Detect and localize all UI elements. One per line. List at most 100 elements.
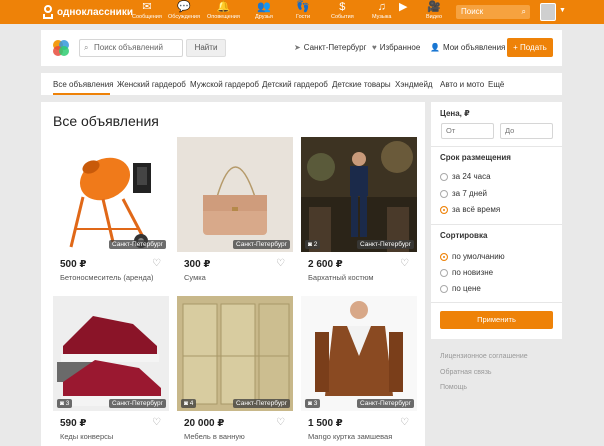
music-icon: ♫ [377, 1, 386, 13]
nav-events[interactable]: $ События [331, 1, 354, 23]
top-search-input[interactable]: Поиск ⌕ [456, 5, 530, 19]
radio-button [440, 189, 448, 198]
favorite-heart-icon[interactable]: ♡ [400, 258, 409, 269]
photo-count-badge: ◙ 3 [57, 399, 73, 408]
city-badge: Санкт-Петербург [109, 399, 166, 408]
listing-price: 590 ₽ [60, 418, 87, 429]
listing-price: 20 000 ₽ [184, 418, 225, 429]
add-listing-button[interactable]: + Подать [507, 38, 553, 57]
radio-period-all[interactable]: за всё время [440, 205, 500, 214]
radio-period-7d[interactable]: за 7 дней [440, 189, 487, 198]
listing-price: 1 500 ₽ [308, 418, 343, 429]
listing-image[interactable]: ◙ 3 Санкт-Петербург [53, 296, 169, 411]
tab-handmade[interactable]: Хэндмейд [395, 80, 433, 89]
radio-button [440, 172, 448, 181]
category-tabs: Все объявления Женский гардероб Мужской … [41, 73, 562, 95]
tab-kids-clothing[interactable]: Детский гардероб [262, 80, 328, 89]
license-agreement-link[interactable]: Лицензионное соглашение [440, 353, 528, 360]
location-arrow-icon: ➤ [294, 43, 301, 52]
listing-title[interactable]: Сумка [184, 273, 206, 282]
listing-image[interactable]: Санкт-Петербург [53, 137, 169, 252]
nav-music[interactable]: ♫ Музыка [372, 1, 391, 23]
photo-count-badge: ◙ 4 [181, 399, 197, 408]
radio-sort-newest[interactable]: по новизне [440, 268, 493, 277]
chevron-down-icon[interactable]: ▼ [559, 7, 566, 14]
play-icon: ▶ [399, 1, 408, 13]
active-tab-indicator [53, 93, 110, 95]
favorite-heart-icon[interactable]: ♡ [152, 258, 161, 269]
city-badge: Санкт-Петербург [357, 399, 414, 408]
help-link[interactable]: Помощь [440, 384, 467, 391]
listing-title[interactable]: Mango куртка замшевая [308, 432, 392, 441]
favorite-heart-icon[interactable]: ♡ [276, 417, 285, 428]
divider [431, 302, 562, 303]
tab-more[interactable]: Ещё [488, 80, 504, 89]
apply-filters-button[interactable]: Применить [440, 311, 553, 329]
divider [431, 146, 562, 147]
period-filter-title: Срок размещения [440, 153, 511, 162]
listing-price: 300 ₽ [184, 259, 211, 270]
heart-icon: ♥ [372, 43, 377, 52]
nav-play[interactable]: ▶ [399, 1, 407, 23]
city-badge: Санкт-Петербург [109, 240, 166, 249]
footprints-icon: 👣 [296, 1, 310, 13]
events-icon: $ [339, 1, 346, 13]
listing-title[interactable]: Мебель в ванную [184, 432, 245, 441]
video-icon: 🎥 [427, 1, 441, 13]
tab-women[interactable]: Женский гардероб [117, 80, 186, 89]
listing-price: 2 600 ₽ [308, 259, 343, 270]
listing-image[interactable]: ◙ 4 Санкт-Петербург [177, 296, 293, 411]
radio-button-selected [440, 205, 448, 214]
listing-image[interactable]: ◙ 3 Санкт-Петербург [301, 296, 417, 411]
sort-filter-title: Сортировка [440, 231, 488, 240]
radio-button [440, 268, 448, 277]
price-filter-title: Цена, ₽ [440, 109, 470, 118]
nav-friends[interactable]: 👥 Друзья [255, 1, 273, 23]
search-icon: ⌕ [84, 43, 89, 52]
tab-kids-goods[interactable]: Детские товары [332, 80, 391, 89]
marketplace-logo-icon[interactable] [51, 38, 71, 58]
nav-discussions[interactable]: 💬 Обсуждения [168, 1, 200, 23]
photo-count-badge: ◙ 3 [305, 399, 321, 408]
ok-logo-text: одноклассники [57, 6, 133, 18]
city-selector[interactable]: ➤ Санкт-Петербург [294, 43, 366, 52]
bell-icon: 🔔 [216, 1, 231, 13]
nav-guests[interactable]: 👣 Гости [296, 1, 310, 23]
price-from-input[interactable]: От [441, 123, 494, 139]
ok-logo-icon [42, 5, 54, 19]
feedback-link[interactable]: Обратная связь [440, 369, 492, 376]
nav-notifications[interactable]: 🔔 Оповещения [207, 1, 240, 23]
radio-sort-default[interactable]: по умолчанию [440, 252, 505, 261]
find-button[interactable]: Найти [186, 39, 226, 57]
search-icon: ⌕ [521, 7, 526, 16]
tab-auto[interactable]: Авто и мото [440, 80, 484, 89]
marketplace-header: ⌕ Поиск объявлений Найти ➤ Санкт-Петербур… [41, 30, 562, 66]
favorite-heart-icon[interactable]: ♡ [152, 417, 161, 428]
city-badge: Санкт-Петербург [357, 240, 414, 249]
favorite-heart-icon[interactable]: ♡ [276, 258, 285, 269]
tab-men[interactable]: Мужской гардероб [190, 80, 259, 89]
price-to-input[interactable]: До [500, 123, 553, 139]
favorites-link[interactable]: ♥ Избранное [372, 43, 420, 52]
listing-search-input[interactable]: ⌕ Поиск объявлений [79, 39, 183, 57]
my-ads-link[interactable]: 👤 Мои объявления [430, 43, 505, 52]
tab-all[interactable]: Все объявления [53, 80, 114, 89]
listing-title[interactable]: Бархатный костюм [308, 273, 374, 282]
user-avatar[interactable] [540, 3, 556, 21]
divider [431, 224, 562, 225]
ok-logo[interactable]: одноклассники [42, 4, 133, 20]
listing-image[interactable]: ◙ 2 Санкт-Петербург [301, 137, 417, 252]
radio-period-24h[interactable]: за 24 часа [440, 172, 491, 181]
top-navigation-bar: одноклассники ✉ Сообщения 💬 Обсуждения 🔔… [0, 0, 604, 24]
listing-image[interactable]: Санкт-Петербург [177, 137, 293, 252]
photo-count-badge: ◙ 2 [305, 240, 321, 249]
listing-title[interactable]: Бетоносмеситель (аренда) [60, 273, 154, 282]
nav-video[interactable]: 🎥 Видео [426, 1, 442, 23]
listing-title[interactable]: Кеды конверсы [60, 432, 113, 441]
nav-messages[interactable]: ✉ Сообщения [132, 1, 162, 23]
user-icon: 👤 [430, 43, 440, 52]
favorite-heart-icon[interactable]: ♡ [400, 417, 409, 428]
page-title: Все объявления [53, 113, 159, 129]
radio-sort-price[interactable]: по цене [440, 284, 481, 293]
friends-icon: 👥 [257, 1, 271, 13]
